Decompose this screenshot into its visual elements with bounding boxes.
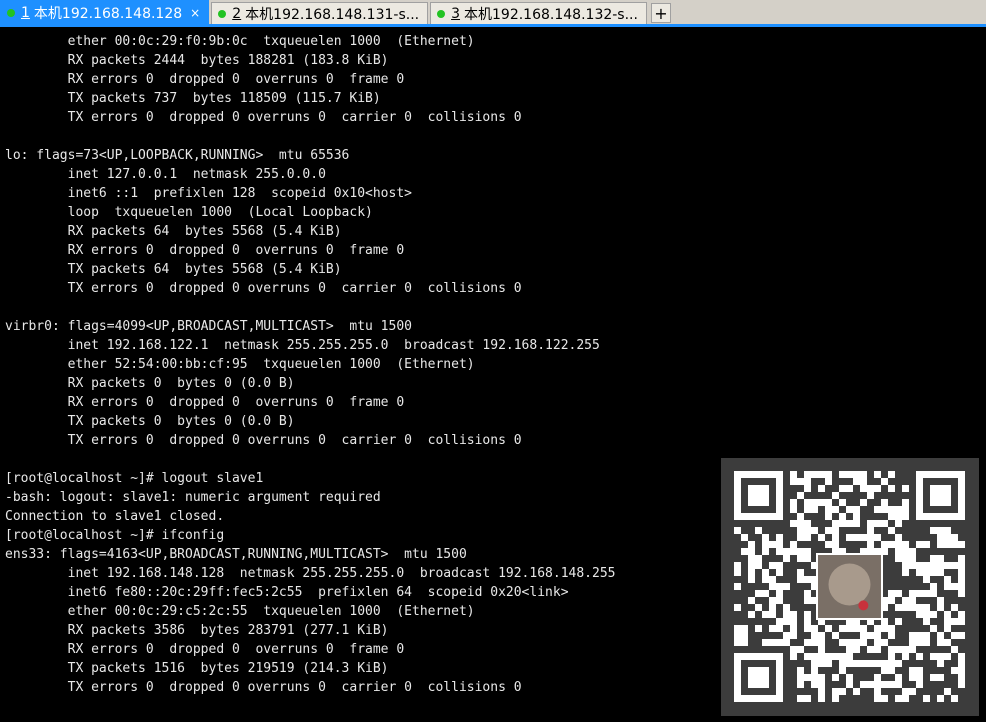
close-icon[interactable]: × — [190, 6, 200, 20]
tab-session-1[interactable]: 1 本机192.168.148.128 × — [0, 0, 210, 24]
terminal-line: RX errors 0 dropped 0 overruns 0 frame 0 — [5, 243, 405, 258]
connected-status-icon — [7, 8, 15, 17]
qr-code-graphic — [734, 471, 965, 702]
terminal-line: inet6 ::1 prefixlen 128 scopeid 0x10<hos… — [5, 186, 412, 201]
terminal-line: Connection to slave1 closed. — [5, 509, 225, 524]
terminal-line: inet 192.168.148.128 netmask 255.255.255… — [5, 566, 616, 581]
terminal-line: RX errors 0 dropped 0 overruns 0 frame 0 — [5, 642, 405, 657]
terminal-line: TX packets 0 bytes 0 (0.0 B) — [5, 414, 295, 429]
terminal-line: loop txqueuelen 1000 (Local Loopback) — [5, 205, 373, 220]
terminal-line: RX packets 3586 bytes 283791 (277.1 KiB) — [5, 623, 389, 638]
terminal-line: inet 192.168.122.1 netmask 255.255.255.0… — [5, 338, 600, 353]
terminal-window: 1 本机192.168.148.128 × 2 本机192.168.148.13… — [0, 0, 986, 722]
qr-code-icon — [721, 458, 979, 716]
connected-status-icon — [437, 9, 446, 18]
terminal-line: TX errors 0 dropped 0 overruns 0 carrier… — [5, 110, 522, 125]
terminal-line: TX packets 1516 bytes 219519 (214.3 KiB) — [5, 661, 389, 676]
tab-number: 1 — [21, 4, 30, 21]
terminal-line: [root@localhost ~]# logout slave1 — [5, 471, 264, 486]
terminal-line: TX packets 737 bytes 118509 (115.7 KiB) — [5, 91, 381, 106]
tab-label: 本机192.168.148.131-s... — [245, 6, 420, 23]
tab-label: 本机192.168.148.128 — [33, 5, 183, 22]
tab-session-3[interactable]: 3 本机192.168.148.132-s... — [430, 2, 647, 24]
terminal-line: -bash: logout: slave1: numeric argument … — [5, 490, 381, 505]
terminal-line: RX errors 0 dropped 0 overruns 0 frame 0 — [5, 395, 405, 410]
new-tab-button[interactable]: + — [650, 3, 671, 23]
terminal-line: ether 52:54:00:bb:cf:95 txqueuelen 1000 … — [5, 357, 475, 372]
terminal-line: virbr0: flags=4099<UP,BROADCAST,MULTICAS… — [5, 319, 412, 334]
tab-session-2[interactable]: 2 本机192.168.148.131-s... — [211, 2, 429, 24]
terminal-line: lo: flags=73<UP,LOOPBACK,RUNNING> mtu 65… — [5, 148, 350, 163]
terminal-line: inet 127.0.0.1 netmask 255.0.0.0 — [5, 167, 326, 182]
terminal-line: TX packets 64 bytes 5568 (5.4 KiB) — [5, 262, 342, 277]
terminal-line: TX errors 0 dropped 0 overruns 0 carrier… — [5, 680, 522, 695]
tab-number: 3 — [451, 5, 461, 22]
terminal-line: ether 00:0c:29:f0:9b:0c txqueuelen 1000 … — [5, 34, 475, 49]
terminal-line: RX packets 0 bytes 0 (0.0 B) — [5, 376, 295, 391]
terminal-line: RX packets 64 bytes 5568 (5.4 KiB) — [5, 224, 342, 239]
terminal-line: [root@localhost ~]# ifconfig — [5, 528, 225, 543]
terminal-line: inet6 fe80::20c:29ff:fec5:2c55 prefixlen… — [5, 585, 569, 600]
tab-number: 2 — [232, 5, 242, 22]
terminal-line: RX packets 2444 bytes 188281 (183.8 KiB) — [5, 53, 389, 68]
tab-label: 本机192.168.148.132-s... — [464, 6, 638, 23]
terminal-line: TX errors 0 dropped 0 overruns 0 carrier… — [5, 433, 522, 448]
terminal-line: RX errors 0 dropped 0 overruns 0 frame 0 — [5, 72, 405, 87]
terminal-line: ens33: flags=4163<UP,BROADCAST,RUNNING,M… — [5, 547, 467, 562]
terminal-line: ether 00:0c:29:c5:2c:55 txqueuelen 1000 … — [5, 604, 475, 619]
connected-status-icon — [218, 9, 227, 18]
tab-bar: 1 本机192.168.148.128 × 2 本机192.168.148.13… — [0, 0, 986, 27]
terminal-lines: ether 00:0c:29:f0:9b:0c txqueuelen 1000 … — [5, 32, 615, 697]
terminal-line: TX errors 0 dropped 0 overruns 0 carrier… — [5, 281, 522, 296]
